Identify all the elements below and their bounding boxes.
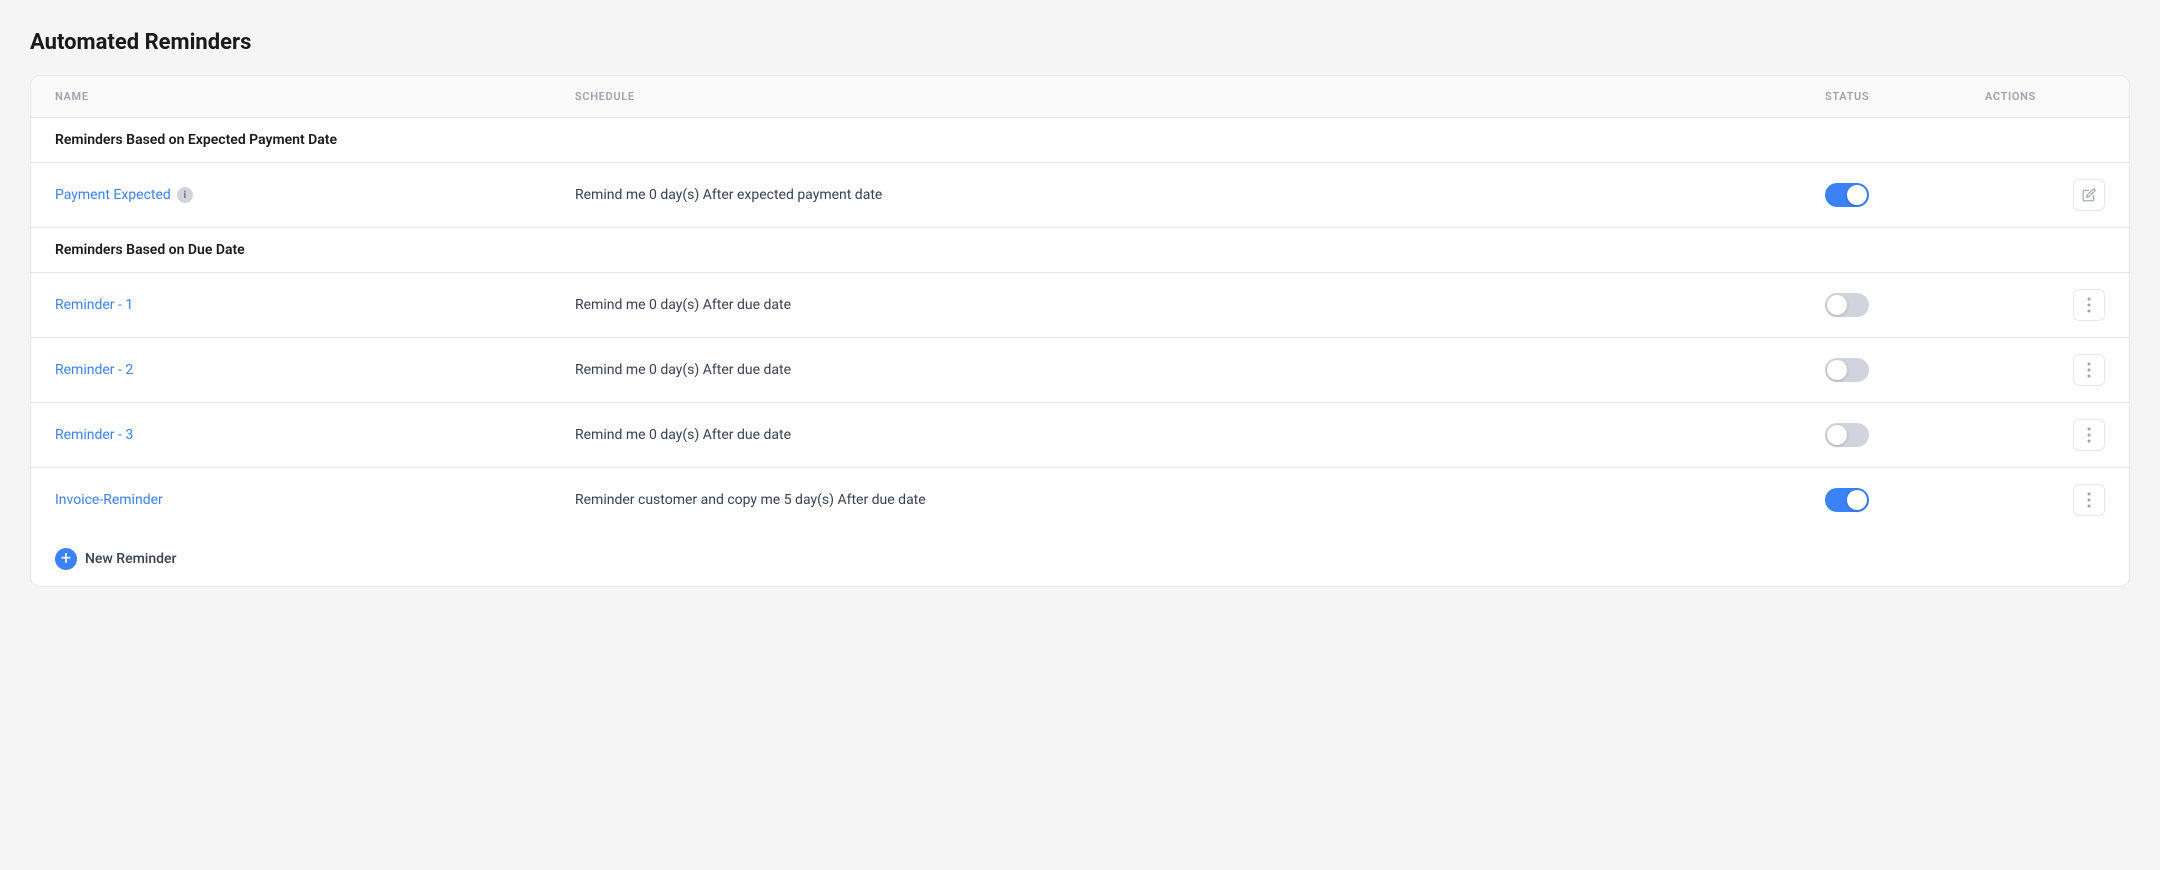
- more-actions-button[interactable]: [2073, 484, 2105, 516]
- toggle-switch[interactable]: [1825, 488, 1869, 512]
- table-row: Invoice-ReminderReminder customer and co…: [31, 468, 2129, 532]
- status-cell: [1825, 488, 1985, 512]
- more-actions-button[interactable]: [2073, 289, 2105, 321]
- row-name[interactable]: Invoice-Reminder: [55, 492, 575, 508]
- table-row: Reminder - 2Remind me 0 day(s) After due…: [31, 338, 2129, 403]
- edit-button[interactable]: [2073, 179, 2105, 211]
- schedule-text: Remind me 0 day(s) After due date: [575, 297, 1825, 313]
- actions-cell: [1985, 179, 2105, 211]
- table-header: NAME SCHEDULE STATUS ACTIONS: [31, 76, 2129, 118]
- table-row: Reminder - 1Remind me 0 day(s) After due…: [31, 273, 2129, 338]
- row-name[interactable]: Reminder - 1: [55, 297, 575, 313]
- toggle-switch[interactable]: [1825, 183, 1869, 207]
- section-label-0: Reminders Based on Expected Payment Date: [55, 132, 2105, 148]
- col-name: NAME: [55, 90, 575, 103]
- table-row: Payment ExpectediRemind me 0 day(s) Afte…: [31, 163, 2129, 228]
- table-row: Reminder - 3Remind me 0 day(s) After due…: [31, 403, 2129, 468]
- page-title: Automated Reminders: [30, 30, 2130, 55]
- schedule-text: Remind me 0 day(s) After due date: [575, 362, 1825, 378]
- add-reminder-label: New Reminder: [85, 551, 177, 567]
- actions-cell: [1985, 419, 2105, 451]
- status-cell: [1825, 293, 1985, 317]
- section-label-1: Reminders Based on Due Date: [55, 242, 2105, 258]
- info-icon[interactable]: i: [177, 187, 193, 203]
- add-reminder-row[interactable]: + New Reminder: [31, 532, 2129, 586]
- row-name[interactable]: Reminder - 3: [55, 427, 575, 443]
- status-cell: [1825, 423, 1985, 447]
- schedule-text: Remind me 0 day(s) After due date: [575, 427, 1825, 443]
- toggle-thumb: [1847, 185, 1867, 205]
- toggle-thumb: [1847, 490, 1867, 510]
- section-row-1: Reminders Based on Due Date: [31, 228, 2129, 273]
- status-cell: [1825, 183, 1985, 207]
- toggle-switch[interactable]: [1825, 358, 1869, 382]
- add-icon: +: [55, 548, 77, 570]
- actions-cell: [1985, 289, 2105, 321]
- toggle-thumb: [1827, 360, 1847, 380]
- row-name[interactable]: Reminder - 2: [55, 362, 575, 378]
- col-status: STATUS: [1825, 90, 1985, 103]
- schedule-text: Reminder customer and copy me 5 day(s) A…: [575, 492, 1825, 508]
- col-schedule: SCHEDULE: [575, 90, 1825, 103]
- col-actions: ACTIONS: [1985, 90, 2105, 103]
- more-actions-button[interactable]: [2073, 354, 2105, 386]
- toggle-switch[interactable]: [1825, 293, 1869, 317]
- section-row-0: Reminders Based on Expected Payment Date: [31, 118, 2129, 163]
- actions-cell: [1985, 484, 2105, 516]
- row-name[interactable]: Payment Expectedi: [55, 187, 575, 203]
- table-body: Reminders Based on Expected Payment Date…: [31, 118, 2129, 532]
- actions-cell: [1985, 354, 2105, 386]
- toggle-thumb: [1827, 295, 1847, 315]
- more-actions-button[interactable]: [2073, 419, 2105, 451]
- schedule-text: Remind me 0 day(s) After expected paymen…: [575, 187, 1825, 203]
- automated-reminders-card: NAME SCHEDULE STATUS ACTIONS Reminders B…: [30, 75, 2130, 587]
- toggle-switch[interactable]: [1825, 423, 1869, 447]
- status-cell: [1825, 358, 1985, 382]
- toggle-thumb: [1827, 425, 1847, 445]
